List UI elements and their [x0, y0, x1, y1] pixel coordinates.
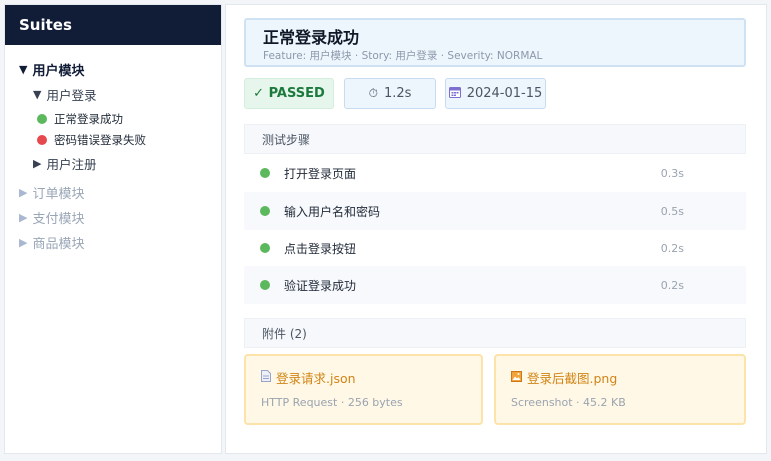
step-row[interactable]: 点击登录按钮 0.2s	[244, 229, 746, 267]
step-row[interactable]: 验证登录成功 0.2s	[244, 266, 746, 304]
suite-item-product-module[interactable]: ▶ 商品模块	[19, 233, 84, 252]
step-time: 0.3s	[660, 166, 684, 180]
suite-item-user-module[interactable]: ▼ 用户模块	[19, 60, 84, 79]
suite-label: 支付模块	[32, 212, 85, 227]
step-name: 验证登录成功	[284, 278, 357, 293]
date-badge: 2024-01-15	[445, 78, 546, 109]
suites-sidebar: Suites ▼ 用户模块 ▼ 用户登录 正常登录成功 密码错误登录失败 ▶ 用…	[4, 4, 222, 454]
document-icon	[261, 370, 271, 385]
stopwatch-icon: ⏱	[368, 86, 378, 100]
attachment-card-json[interactable]: 登录请求.json HTTP Request · 256 bytes	[244, 354, 483, 425]
status-badge: ✓ PASSED	[244, 78, 334, 109]
step-passed-icon	[260, 168, 270, 178]
test-subtitle: Feature: 用户模块 · Story: 用户登录 · Severity: …	[263, 50, 543, 62]
triangle-right-icon: ▶	[19, 236, 28, 249]
story-label: 用户登录	[46, 88, 97, 103]
date-value: 2024-01-15	[466, 86, 543, 101]
attachment-link[interactable]: 登录请求.json	[261, 368, 481, 387]
step-row[interactable]: 输入用户名和密码 0.5s	[244, 192, 746, 230]
attachment-link[interactable]: 登录后截图.png	[511, 368, 744, 387]
duration-value: 1.2s	[383, 86, 412, 101]
triangle-right-icon: ▶	[33, 157, 42, 170]
duration-badge: ⏱ 1.2s	[344, 78, 436, 109]
attachments-header: 附件 (2)	[244, 318, 746, 348]
passed-status-icon	[37, 114, 47, 124]
test-detail-panel: 正常登录成功 Feature: 用户模块 · Story: 用户登录 · Sev…	[225, 4, 767, 454]
suite-item-payment-module[interactable]: ▶ 支付模块	[19, 208, 84, 227]
case-item-wrong-password[interactable]: 密码错误登录失败	[37, 132, 146, 148]
step-name: 输入用户名和密码	[284, 204, 381, 219]
triangle-down-icon: ▼	[19, 63, 28, 76]
step-name: 点击登录按钮	[284, 241, 357, 256]
attachment-name: 登录请求.json	[276, 371, 356, 386]
steps-header: 测试步骤	[244, 124, 746, 154]
test-title-card: 正常登录成功 Feature: 用户模块 · Story: 用户登录 · Sev…	[244, 18, 746, 67]
attachment-card-png[interactable]: 登录后截图.png Screenshot · 45.2 KB	[494, 354, 746, 425]
case-label: 密码错误登录失败	[54, 133, 146, 147]
status-label: ✓ PASSED	[253, 86, 325, 101]
suite-item-order-module[interactable]: ▶ 订单模块	[19, 183, 84, 202]
test-title: 正常登录成功	[263, 28, 360, 47]
step-name: 打开登录页面	[284, 166, 357, 181]
suite-label: 订单模块	[32, 187, 85, 202]
sidebar-title: Suites	[5, 5, 221, 45]
calendar-icon	[448, 86, 461, 101]
failed-status-icon	[37, 135, 47, 145]
step-time: 0.2s	[660, 278, 684, 292]
step-row[interactable]: 打开登录页面 0.3s	[244, 154, 746, 192]
case-label: 正常登录成功	[54, 112, 123, 126]
suite-label: 商品模块	[32, 237, 85, 252]
story-label: 用户注册	[46, 157, 97, 172]
case-item-login-success[interactable]: 正常登录成功	[37, 111, 123, 127]
triangle-right-icon: ▶	[19, 186, 28, 199]
step-time: 0.2s	[660, 241, 684, 255]
attachment-name: 登录后截图.png	[527, 371, 618, 386]
attachment-meta: HTTP Request · 256 bytes	[261, 396, 403, 409]
story-item-user-register[interactable]: ▶ 用户注册	[33, 154, 96, 173]
step-passed-icon	[260, 243, 270, 253]
suite-label: 用户模块	[32, 64, 85, 79]
image-icon	[511, 370, 522, 385]
step-time: 0.5s	[660, 204, 684, 218]
step-passed-icon	[260, 206, 270, 216]
attachment-meta: Screenshot · 45.2 KB	[511, 396, 626, 409]
triangle-down-icon: ▼	[33, 88, 42, 101]
step-passed-icon	[260, 280, 270, 290]
story-item-user-login[interactable]: ▼ 用户登录	[33, 85, 96, 104]
triangle-right-icon: ▶	[19, 211, 28, 224]
